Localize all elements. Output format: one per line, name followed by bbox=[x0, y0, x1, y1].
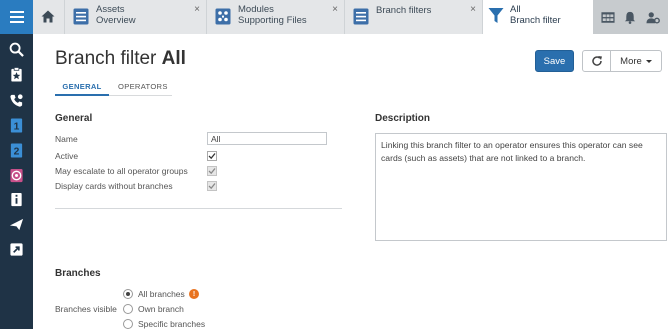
radio-own-branch[interactable] bbox=[123, 304, 133, 314]
close-icon[interactable]: × bbox=[194, 4, 200, 15]
caret-down-icon bbox=[645, 59, 652, 63]
funnel-icon bbox=[488, 8, 504, 23]
checkmark-icon bbox=[208, 168, 216, 175]
tab-label: Branch filters bbox=[376, 5, 432, 16]
save-button[interactable]: Save bbox=[535, 50, 574, 72]
tab-home[interactable] bbox=[33, 0, 65, 34]
radio-label-specific-branches: Specific branches bbox=[138, 319, 206, 329]
tab-label: All Branch filter bbox=[510, 4, 561, 26]
refresh-button[interactable] bbox=[582, 50, 611, 72]
escalate-label: May escalate to all operator groups bbox=[55, 166, 188, 176]
active-label: Active bbox=[55, 151, 79, 161]
detail-tabs: GENERAL OPERATORS bbox=[55, 82, 172, 96]
refresh-icon bbox=[591, 56, 602, 66]
menu-icon[interactable] bbox=[0, 0, 33, 34]
branches-visible-label: Branches visible bbox=[55, 304, 117, 314]
warning-info-icon[interactable]: ! bbox=[189, 289, 199, 299]
tab-assets-overview[interactable]: Assets Overview × bbox=[65, 0, 207, 34]
tab-label: Modules Supporting Files bbox=[238, 4, 307, 26]
page-title: Branch filter All bbox=[55, 48, 186, 69]
tab-general[interactable]: GENERAL bbox=[55, 82, 109, 96]
user-settings-icon[interactable] bbox=[646, 11, 660, 24]
radio-label-all-branches: All branches bbox=[138, 289, 185, 299]
clipboard-star-icon[interactable] bbox=[0, 62, 33, 86]
radio-specific-branches[interactable] bbox=[123, 319, 133, 329]
radio-selected-dot bbox=[126, 292, 130, 296]
first-line-icon[interactable]: 1 bbox=[0, 113, 33, 137]
tab-label: Assets Overview bbox=[96, 4, 136, 26]
info-icon[interactable] bbox=[0, 187, 33, 211]
svg-text:2: 2 bbox=[14, 146, 20, 157]
name-input[interactable] bbox=[207, 132, 327, 145]
modules-grid-icon bbox=[215, 8, 231, 25]
radio-all-branches[interactable] bbox=[123, 289, 133, 299]
checkmark-icon bbox=[208, 183, 216, 190]
tab-branch-filters[interactable]: Branch filters × bbox=[345, 0, 483, 34]
top-right-toolbar bbox=[593, 0, 668, 34]
target-icon[interactable] bbox=[0, 163, 33, 187]
tab-bar: Assets Overview × Modules Supporting Files… bbox=[33, 0, 668, 34]
section-divider bbox=[55, 208, 342, 209]
display-cards-checkbox bbox=[207, 181, 217, 191]
bell-icon[interactable] bbox=[623, 11, 637, 24]
left-sidebar: 1 2 bbox=[0, 0, 33, 329]
external-link-icon[interactable] bbox=[0, 237, 33, 261]
display-cards-label: Display cards without branches bbox=[55, 181, 173, 191]
active-checkbox[interactable] bbox=[207, 151, 217, 161]
description-heading: Description bbox=[375, 113, 431, 124]
name-label: Name bbox=[55, 134, 78, 144]
description-textarea[interactable]: Linking this branch filter to an operato… bbox=[375, 133, 667, 241]
close-icon[interactable]: × bbox=[332, 4, 338, 15]
search-icon[interactable] bbox=[0, 37, 33, 61]
tab-operators[interactable]: OPERATORS bbox=[118, 82, 168, 91]
tab-all-branch-filter[interactable]: All Branch filter bbox=[483, 0, 593, 34]
send-icon[interactable] bbox=[0, 212, 33, 236]
more-dropdown-button[interactable]: More bbox=[611, 50, 662, 72]
close-icon[interactable]: × bbox=[470, 4, 476, 15]
svg-text:1: 1 bbox=[14, 121, 20, 132]
escalate-checkbox bbox=[207, 166, 217, 176]
list-document-icon bbox=[353, 8, 369, 25]
radio-label-own-branch: Own branch bbox=[138, 304, 184, 314]
list-document-icon bbox=[73, 8, 89, 25]
home-icon bbox=[41, 10, 55, 23]
second-line-icon[interactable]: 2 bbox=[0, 138, 33, 162]
branches-heading: Branches bbox=[55, 268, 101, 279]
phone-support-icon[interactable] bbox=[0, 88, 33, 112]
checkmark-icon bbox=[208, 153, 216, 160]
board-icon[interactable] bbox=[601, 11, 615, 24]
tab-modules-supporting-files[interactable]: Modules Supporting Files × bbox=[207, 0, 345, 34]
general-heading: General bbox=[55, 113, 93, 124]
